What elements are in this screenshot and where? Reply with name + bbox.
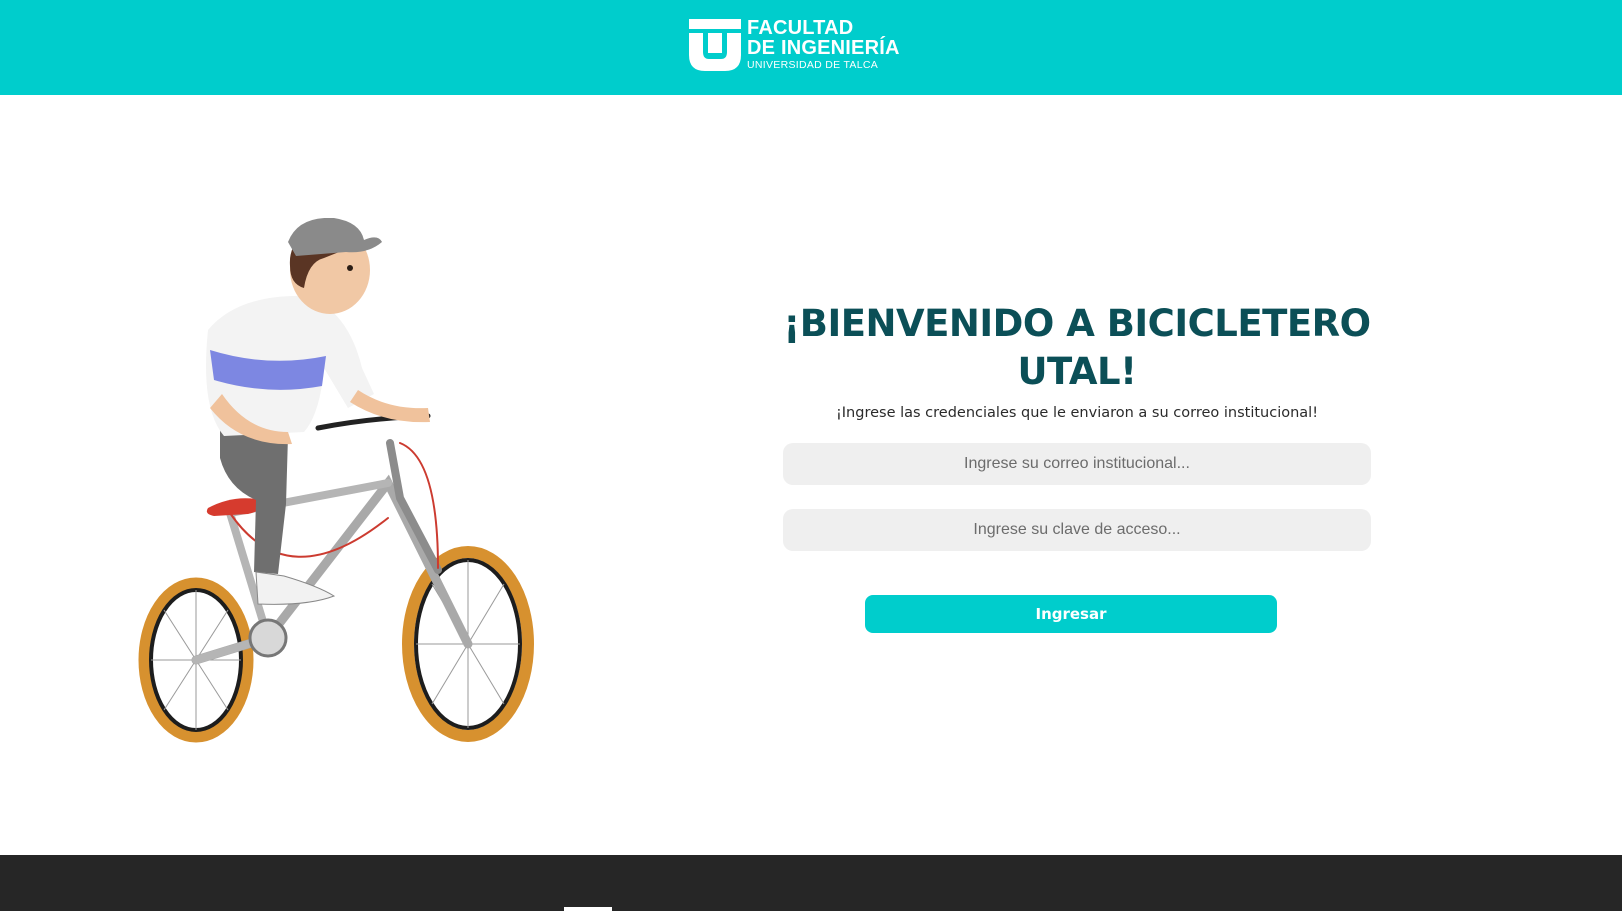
logo-text: FACULTAD DE INGENIERÍA UNIVERSIDAD DE TA…	[747, 18, 900, 73]
rider-eye	[347, 265, 353, 271]
faculty-logo[interactable]: FACULTAD DE INGENIERÍA UNIVERSIDAD DE TA…	[689, 18, 899, 73]
page-subtitle: ¡Ingrese las credenciales que le enviaro…	[835, 405, 1319, 421]
logo-line-1: FACULTAD	[747, 17, 854, 39]
university-logo-icon	[689, 19, 741, 71]
top-bar: FACULTAD DE INGENIERÍA UNIVERSIDAD DE TA…	[0, 0, 1622, 95]
email-field[interactable]	[783, 443, 1371, 485]
logo-line-3: UNIVERSIDAD DE TALCA	[747, 59, 879, 71]
cyclist-illustration	[138, 218, 534, 743]
chainring	[248, 618, 288, 658]
footer-mark	[564, 907, 612, 911]
rider-forearm	[350, 390, 430, 423]
logo-line-2: DE INGENIERÍA	[747, 37, 900, 59]
rider-shoe	[255, 571, 336, 605]
footer	[0, 855, 1622, 911]
saddle	[206, 498, 263, 516]
login-button[interactable]: Ingresar	[865, 595, 1277, 633]
page-title: ¡BIENVENIDO A BICICLETERO UTAL!	[783, 302, 1371, 393]
password-field[interactable]	[783, 509, 1371, 551]
rider-cap	[288, 218, 382, 256]
login-panel: ¡BIENVENIDO A BICICLETERO UTAL! ¡Ingrese…	[783, 300, 1371, 421]
